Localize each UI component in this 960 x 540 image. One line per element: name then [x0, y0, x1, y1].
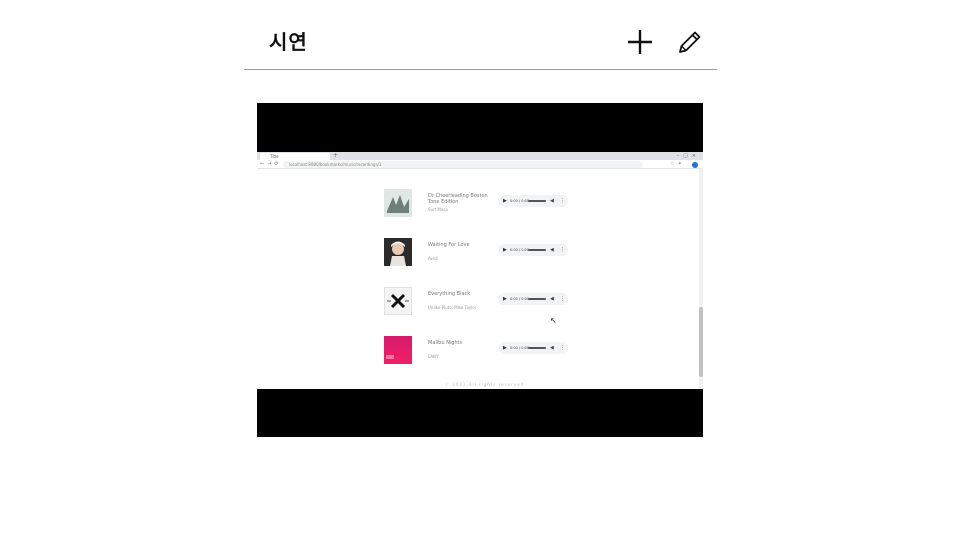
browser-tab-bar: Title + –□×: [257, 152, 703, 160]
audio-player: ▶ 0:00 / 0:00 ◀ ⋮: [498, 244, 568, 256]
volume-icon: ◀: [550, 247, 554, 253]
progress-bar: [528, 298, 546, 300]
progress-bar: [528, 249, 546, 251]
player-time: 0:00 / 0:00: [510, 297, 530, 301]
pencil-icon: [679, 31, 701, 53]
scrollbar-thumb: [699, 307, 703, 377]
volume-icon: ◀: [550, 198, 554, 204]
edit-button[interactable]: [675, 27, 705, 57]
more-icon: ⋮: [560, 198, 565, 204]
album-cover: [384, 189, 412, 217]
page-footer: ⓒ 2021 All rights reserved: [445, 382, 525, 387]
add-button[interactable]: [625, 27, 655, 57]
profile-avatar: [692, 162, 698, 168]
url-field: localhost:8080/bookmarks/music/recording…: [283, 161, 643, 168]
song-title: Waiting For Love: [428, 242, 470, 248]
new-tab-icon: +: [333, 152, 339, 159]
volume-icon: ◀: [550, 296, 554, 302]
extension-icon: ☆✶: [670, 161, 685, 167]
song-item: Malibu Nights LANY ▶ 0:00 / 0:00 ◀ ⋮: [384, 336, 584, 366]
player-time: 0:00 / 0:00: [510, 248, 530, 252]
browser-address-bar: ←→⟳ localhost:8080/bookmarks/music/recor…: [257, 160, 703, 169]
album-cover: [384, 336, 412, 364]
play-icon: ▶: [503, 345, 507, 351]
demo-video-player[interactable]: Title + –□× ←→⟳ localhost:8080/bookmarks…: [257, 103, 703, 437]
play-icon: ▶: [503, 296, 507, 302]
album-cover: [384, 238, 412, 266]
browser-nav-icon: ←→⟳: [260, 161, 282, 167]
album-cover: [384, 287, 412, 315]
browser-tab: Title: [260, 153, 330, 160]
browser-window: Title + –□× ←→⟳ localhost:8080/bookmarks…: [257, 152, 703, 389]
volume-icon: ◀: [550, 345, 554, 351]
audio-player: ▶ 0:00 / 0:00 ◀ ⋮: [498, 342, 568, 354]
song-artist: Unlike Pluto, Mike Taylor: [428, 305, 477, 310]
song-artist: Surf Mesa: [428, 207, 448, 212]
audio-player: ▶ 0:00 / 0:00 ◀ ⋮: [498, 195, 568, 207]
progress-bar: [528, 200, 546, 202]
window-controls-icon: –□×: [676, 153, 700, 159]
audio-player: ▶ 0:00 / 0:00 ◀ ⋮: [498, 293, 568, 305]
play-icon: ▶: [503, 198, 507, 204]
more-icon: ⋮: [560, 296, 565, 302]
song-item: Dr Cheerleading Boston Tone Edition Surf…: [384, 189, 584, 219]
song-artist: Avicii: [428, 256, 439, 261]
song-artist: LANY: [428, 354, 439, 359]
song-title: Malibu Nights: [428, 340, 463, 346]
song-title: Dr Cheerleading Boston Tone Edition: [428, 193, 488, 205]
mouse-cursor-icon: ↖: [550, 316, 557, 325]
more-icon: ⋮: [560, 345, 565, 351]
song-item: Everything Black Unlike Pluto, Mike Tayl…: [384, 287, 584, 317]
progress-bar: [528, 347, 546, 349]
player-time: 0:00 / 0:00: [510, 199, 530, 203]
play-icon: ▶: [503, 247, 507, 253]
song-item: Waiting For Love Avicii ▶ 0:00 / 0:00 ◀ …: [384, 238, 584, 268]
page-title: 시연: [269, 30, 308, 54]
song-title: Everything Black: [428, 291, 471, 297]
app-header: 시연: [244, 0, 717, 70]
player-time: 0:00 / 0:00: [510, 346, 530, 350]
more-icon: ⋮: [560, 247, 565, 253]
plus-icon: [628, 30, 652, 54]
